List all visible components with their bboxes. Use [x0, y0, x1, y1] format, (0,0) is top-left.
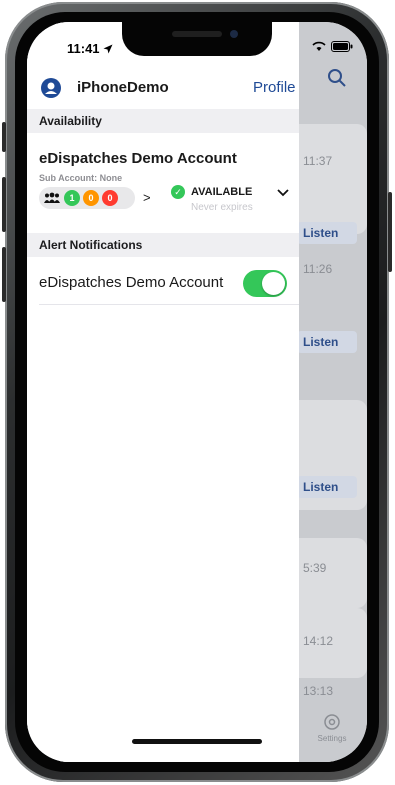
bg-time: 11:37: [303, 154, 333, 168]
bg-card: [289, 124, 367, 234]
check-icon: ✓: [171, 185, 185, 199]
camera: [230, 30, 238, 38]
toggle-knob: [262, 272, 285, 295]
home-indicator: [132, 739, 262, 744]
member-counts[interactable]: 1 0 0: [39, 187, 135, 209]
drawer-panel: 11:41 iPhoneDemo Profile Availability eD…: [27, 22, 299, 762]
battery-icon: [331, 40, 353, 52]
availability-account-name: eDispatches Demo Account: [39, 150, 237, 167]
tab-settings: Settings: [297, 712, 367, 743]
section-alert-notifications: Alert Notifications: [27, 233, 299, 257]
volume-down-button: [2, 247, 6, 302]
bg-time: 11:26: [303, 262, 333, 276]
alert-toggle[interactable]: [243, 270, 287, 297]
volume-up-button: [2, 177, 6, 232]
expiry-label: Never expires: [191, 202, 253, 213]
chevron-down-icon[interactable]: [277, 184, 289, 202]
gear-icon: [324, 714, 340, 730]
user-icon[interactable]: [41, 78, 61, 103]
section-availability: Availability: [27, 109, 299, 133]
username: iPhoneDemo: [77, 79, 169, 96]
search-icon[interactable]: [327, 68, 347, 93]
availability-status[interactable]: ✓ AVAILABLE: [171, 185, 252, 199]
alert-account-name: eDispatches Demo Account: [39, 274, 224, 291]
status-indicators: [311, 40, 353, 52]
chevron-right-icon[interactable]: >: [143, 190, 151, 205]
notch: [122, 22, 272, 56]
status-time: 11:41: [67, 41, 113, 56]
speaker: [172, 31, 222, 37]
status-label: AVAILABLE: [191, 186, 253, 198]
bg-listen-button: Listen: [297, 331, 357, 353]
phone-frame: 11:37 Listen 11:26 Listen Listen 5:39 14…: [2, 2, 392, 782]
tab-settings-label: Settings: [317, 734, 347, 743]
bg-listen-button: Listen: [297, 476, 357, 498]
bg-time: 14:12: [303, 634, 334, 648]
bg-time: 13:13: [303, 684, 334, 698]
wifi-icon: [312, 41, 326, 51]
count-available: 1: [64, 190, 80, 206]
screen: 11:37 Listen 11:26 Listen Listen 5:39 14…: [27, 22, 367, 762]
divider: [39, 304, 299, 305]
bg-listen-button: Listen: [297, 222, 357, 244]
bg-card: [289, 538, 367, 608]
clock: 11:41: [67, 41, 100, 56]
drawer-header: iPhoneDemo Profile: [27, 72, 299, 102]
count-pending: 0: [83, 190, 99, 206]
count-unavailable: 0: [102, 190, 118, 206]
sub-account-label: Sub Account: None: [39, 173, 123, 183]
group-icon: [44, 192, 60, 203]
profile-link[interactable]: Profile: [253, 79, 296, 96]
mute-switch: [2, 122, 6, 152]
location-arrow-icon: [103, 44, 113, 53]
side-button: [388, 192, 392, 272]
bg-time: 5:39: [303, 561, 327, 575]
